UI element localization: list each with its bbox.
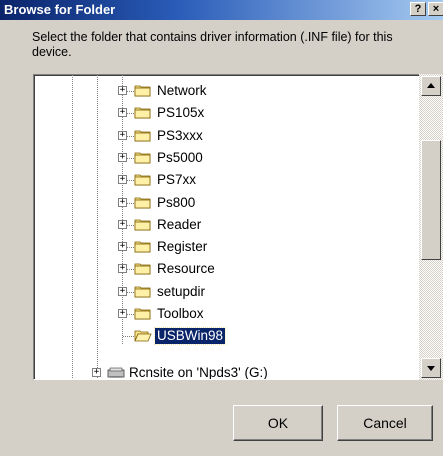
tree-item-label[interactable]: PS7xx [155,172,198,188]
folder-icon [134,172,152,187]
folder-tree[interactable]: + Network + PS105x + PS3xxx + Ps5000 + PS7xx + Ps80… [33,74,443,380]
tree-item-label[interactable]: Resource [155,261,217,277]
expand-button[interactable]: + [118,286,127,296]
tree-item[interactable]: + Toolbox [34,303,414,325]
tree-item[interactable]: + Ps800 [34,192,414,214]
expand-button[interactable]: + [118,108,127,118]
instruction-text: Select the folder that contains driver i… [32,30,393,59]
browse-for-folder-dialog: Browse for Folder ? × Select the folder … [0,0,443,456]
expand-button[interactable]: + [118,264,127,274]
tree-item[interactable]: + setupdir [34,281,414,303]
tree-item[interactable]: + PS7xx [34,169,414,191]
tree-item-label[interactable]: Rcnsite on 'Npds3' (G:) [127,365,270,379]
tree-item[interactable]: + PS3xxx [34,125,414,147]
tree-item-label[interactable]: Reader [155,217,203,233]
expand-button[interactable]: + [118,86,127,95]
cancel-button[interactable]: Cancel [337,405,433,441]
folder-icon [134,261,152,276]
tree-item[interactable]: USBWin98 [34,325,414,347]
tree-item-label[interactable]: USBWin98 [153,327,227,346]
tree-item-label[interactable]: setupdir [155,284,207,300]
tree-item-label[interactable]: Ps5000 [155,150,205,166]
tree-item[interactable]: + Reader [34,214,414,236]
tree-item-label[interactable]: Register [155,239,209,255]
expand-button[interactable]: + [118,242,127,252]
folder-icon [134,128,152,143]
dialog-title: Browse for Folder [4,2,116,17]
expand-button[interactable]: + [118,175,127,185]
arrow-up-icon [427,83,435,88]
tree-item-label[interactable]: Ps800 [155,195,197,211]
tree-item-label[interactable]: PS105x [155,105,206,121]
expand-button[interactable]: + [118,197,127,207]
scrollbar-thumb[interactable] [421,140,441,260]
folder-icon [134,284,152,299]
tree-item-label[interactable]: Toolbox [155,306,206,322]
folder-icon [134,105,152,120]
expand-button[interactable]: + [92,368,101,377]
expand-button[interactable]: + [118,152,127,162]
folder-icon [134,239,152,254]
tree-item[interactable]: + Resource [34,258,414,280]
tree-item[interactable]: + Network [34,80,414,102]
tree-item-label[interactable]: Network [155,83,209,99]
expand-button[interactable]: + [118,130,127,140]
expand-button[interactable]: + [118,309,127,318]
tree-item-label[interactable]: PS3xxx [155,128,205,144]
folder-icon [134,195,152,210]
expand-button[interactable]: + [118,219,127,229]
close-button[interactable]: × [428,2,443,16]
arrow-down-icon [427,366,435,371]
tree-item[interactable]: + PS105x [34,102,414,124]
tree-item[interactable]: + Register [34,236,414,258]
folder-icon [134,150,152,165]
tree-item-drive[interactable]: + Rcnsite on 'Npds3' (G:) [34,362,414,379]
folder-open-icon [134,328,152,343]
ok-button[interactable]: OK [233,405,323,441]
title-bar[interactable]: Browse for Folder ? × [0,0,443,20]
folder-icon [134,83,152,98]
scroll-up-button[interactable] [421,76,441,96]
vertical-scrollbar[interactable] [419,74,443,380]
help-button[interactable]: ? [410,2,426,16]
tree-item[interactable]: + Ps5000 [34,147,414,169]
folder-icon [134,217,152,232]
folder-icon [134,306,152,321]
network-drive-icon [107,365,125,379]
scroll-down-button[interactable] [421,358,441,378]
